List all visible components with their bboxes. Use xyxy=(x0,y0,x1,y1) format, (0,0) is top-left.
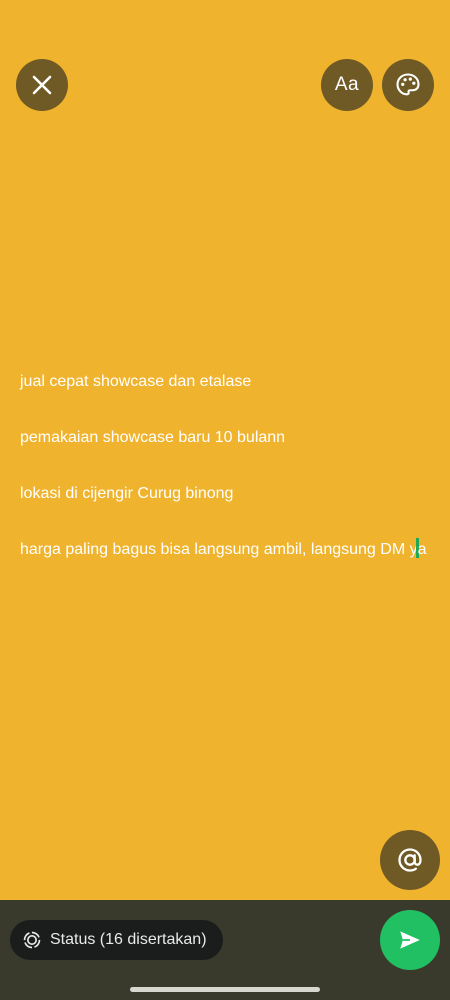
status-line: jual cepat showcase dan etalase xyxy=(20,373,252,390)
status-audience-button[interactable]: Status (16 disertakan) xyxy=(10,920,223,960)
send-button[interactable] xyxy=(380,910,440,970)
status-line: harga paling bagus bisa langsung ambil, … xyxy=(20,541,418,558)
close-button[interactable] xyxy=(16,59,68,111)
status-ring-icon xyxy=(23,931,41,949)
status-text-input[interactable]: jual cepat showcase dan etalase pemakaia… xyxy=(20,368,430,564)
send-icon xyxy=(400,931,420,949)
status-composer-canvas: Aa jual cepat showcase dan etalase pemak… xyxy=(0,0,450,900)
font-style-label: Aa xyxy=(334,74,360,95)
home-indicator[interactable] xyxy=(130,987,320,992)
status-line: lokasi di cijengir Curug binong xyxy=(20,485,234,502)
mention-button[interactable] xyxy=(380,830,440,890)
background-color-button[interactable] xyxy=(382,59,434,111)
close-icon xyxy=(32,75,52,95)
palette-icon xyxy=(396,73,420,96)
at-sign-icon xyxy=(398,848,422,872)
font-style-button[interactable]: Aa xyxy=(321,59,373,111)
bottom-bar: Status (16 disertakan) xyxy=(0,900,450,1000)
status-line-tail: a xyxy=(417,541,427,558)
status-line: pemakaian showcase baru 10 bulann xyxy=(20,429,286,446)
status-audience-label: Status (16 disertakan) xyxy=(50,931,207,948)
